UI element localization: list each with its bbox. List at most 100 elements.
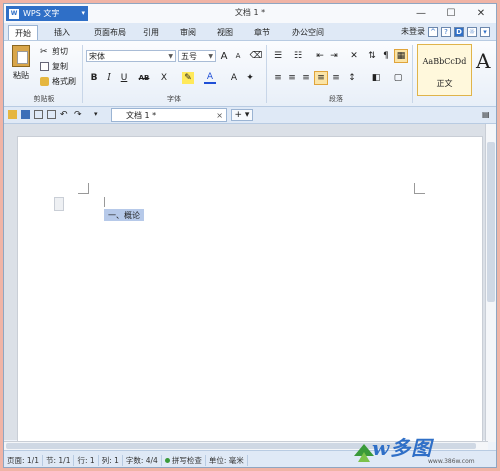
clipboard-group-label: 剪贴板 — [33, 95, 55, 103]
tab-view[interactable]: 视图 — [211, 25, 239, 40]
margin-mark — [78, 183, 89, 194]
document-icon — [54, 197, 64, 211]
shrink-font-button[interactable]: A — [232, 50, 244, 62]
copy-icon — [40, 62, 49, 71]
status-section: 节: 1/1 — [43, 455, 75, 466]
more-icon[interactable]: ▾ — [480, 26, 490, 37]
close-icon[interactable]: × — [216, 111, 223, 120]
italic-button[interactable]: I — [103, 72, 115, 84]
customize-toolbar-icon[interactable]: ▾ — [94, 110, 103, 119]
clipboard-icon — [12, 45, 30, 67]
divider — [266, 45, 267, 103]
distributed-icon[interactable]: ≡ — [330, 72, 342, 84]
tab-page-layout[interactable]: 页面布局 — [86, 25, 134, 40]
font-size-value: 五号 — [181, 51, 197, 61]
format-painter-button[interactable]: 格式刷 — [40, 76, 76, 87]
sort-icon[interactable]: ⇅ — [366, 50, 378, 62]
help-icon[interactable]: ? — [441, 26, 451, 37]
collapse-ribbon-icon[interactable]: ^ — [428, 26, 438, 37]
brush-icon — [40, 77, 49, 86]
docer-icon[interactable]: D — [454, 26, 464, 37]
style-normal[interactable]: AaBbCcDd 正文 — [417, 44, 472, 96]
open-icon[interactable] — [8, 110, 17, 119]
bold-button[interactable]: B — [88, 72, 100, 84]
chevron-down-icon: ▼ — [168, 52, 173, 60]
shading-icon[interactable]: ◧ — [370, 72, 382, 84]
text-effect-icon[interactable]: ✦ — [244, 72, 256, 84]
login-status[interactable]: 未登录 — [401, 26, 425, 37]
borders-icon[interactable]: ▢ — [392, 72, 404, 84]
superscript-button[interactable]: X — [158, 72, 170, 84]
tab-chapter[interactable]: 章节 — [248, 25, 276, 40]
status-unit[interactable]: 单位: 毫米 — [206, 455, 248, 466]
highlight-icon[interactable]: ✎ — [182, 72, 194, 84]
status-word-count[interactable]: 字数: 4/4 — [123, 455, 162, 466]
table-icon[interactable]: ▦ — [394, 49, 408, 63]
scroll-thumb[interactable] — [487, 142, 495, 302]
font-color-button[interactable]: A — [204, 72, 216, 84]
underline-button[interactable]: U — [118, 72, 130, 84]
app-window: W WPS 文字 ▾ 文档 1 * — ☐ ✕ 开始 插入 页面布局 引用 审阅… — [3, 3, 497, 468]
document-tab[interactable]: 文档 1 * × — [111, 108, 227, 122]
justify-icon[interactable]: ≡ — [314, 71, 328, 85]
close-button[interactable]: ✕ — [466, 4, 496, 23]
align-right-icon[interactable]: ≡ — [300, 72, 312, 84]
font-group-label: 字体 — [167, 95, 181, 103]
copy-label: 复制 — [52, 62, 68, 71]
watermark-url: www.386w.com — [428, 458, 475, 465]
increase-indent-icon[interactable]: ⇥ — [328, 50, 340, 62]
document-page[interactable]: 一、概论 — [17, 136, 483, 456]
font-name-value: 宋体 — [89, 51, 105, 61]
window-controls: — ☐ ✕ — [406, 4, 496, 23]
clear-format-icon[interactable]: ⌫ — [250, 50, 263, 62]
align-center-icon[interactable]: ≡ — [286, 72, 298, 84]
tab-references[interactable]: 引用 — [137, 25, 165, 40]
divider — [412, 45, 413, 103]
style-name: 正文 — [436, 79, 453, 88]
status-spell-check[interactable]: 拼写检查 — [162, 455, 206, 466]
numbering-icon[interactable]: ☷ — [292, 50, 304, 62]
print-icon[interactable] — [34, 110, 43, 119]
align-left-icon[interactable]: ≡ — [272, 72, 284, 84]
show-marks-icon[interactable]: ¶ — [380, 50, 392, 62]
vertical-scrollbar[interactable] — [485, 124, 496, 442]
paste-label: 粘贴 — [13, 71, 29, 80]
selected-heading-text[interactable]: 一、概论 — [104, 209, 144, 221]
account-controls: 未登录 ^ ? D ☼ ▾ — [401, 26, 490, 37]
minimize-button[interactable]: — — [406, 4, 436, 23]
bullets-icon[interactable]: ☰ — [272, 50, 284, 62]
text-cursor — [104, 197, 105, 207]
redo-icon[interactable]: ↷ — [74, 110, 83, 120]
divider — [82, 45, 83, 103]
font-size-select[interactable]: 五号 ▼ — [178, 50, 216, 62]
strikethrough-button[interactable]: AB — [136, 72, 152, 84]
status-page: 页面: 1/1 — [4, 455, 43, 466]
skin-icon[interactable]: ☼ — [467, 26, 477, 37]
font-name-select[interactable]: 宋体 ▼ — [86, 50, 176, 62]
grow-font-button[interactable]: A — [218, 50, 230, 62]
cut-label: 剪切 — [52, 47, 68, 56]
chinese-layout-icon[interactable]: ✕ — [348, 50, 360, 62]
maximize-button[interactable]: ☐ — [436, 4, 466, 23]
line-spacing-icon[interactable]: ↕ — [346, 72, 358, 84]
title-bar: W WPS 文字 ▾ 文档 1 * — ☐ ✕ — [4, 4, 496, 23]
tab-home[interactable]: 开始 — [8, 25, 38, 40]
undo-icon[interactable]: ↶ — [60, 110, 69, 120]
new-style-button[interactable]: A — [476, 49, 490, 73]
ribbon-tabs: 开始 插入 页面布局 引用 审阅 视图 章节 办公空间 未登录 ^ ? D ☼ … — [4, 23, 496, 41]
tab-review[interactable]: 审阅 — [174, 25, 202, 40]
tab-insert[interactable]: 插入 — [48, 25, 76, 40]
paste-button[interactable]: 粘贴 — [10, 45, 32, 89]
cut-button[interactable]: ✂ 剪切 — [40, 46, 68, 57]
char-shading-icon[interactable]: A — [228, 72, 240, 84]
layout-icon[interactable]: ▤ — [482, 110, 491, 119]
print-preview-icon[interactable] — [47, 110, 56, 119]
copy-button[interactable]: 复制 — [40, 61, 68, 72]
scissors-icon: ✂ — [40, 47, 48, 57]
chevron-down-icon: ▼ — [208, 52, 213, 60]
new-document-button[interactable]: + ▾ — [231, 109, 253, 121]
tab-office-space[interactable]: 办公空间 — [284, 25, 332, 40]
save-icon[interactable] — [21, 110, 30, 119]
decrease-indent-icon[interactable]: ⇤ — [314, 50, 326, 62]
document-area: 一、概论 — [4, 124, 488, 456]
